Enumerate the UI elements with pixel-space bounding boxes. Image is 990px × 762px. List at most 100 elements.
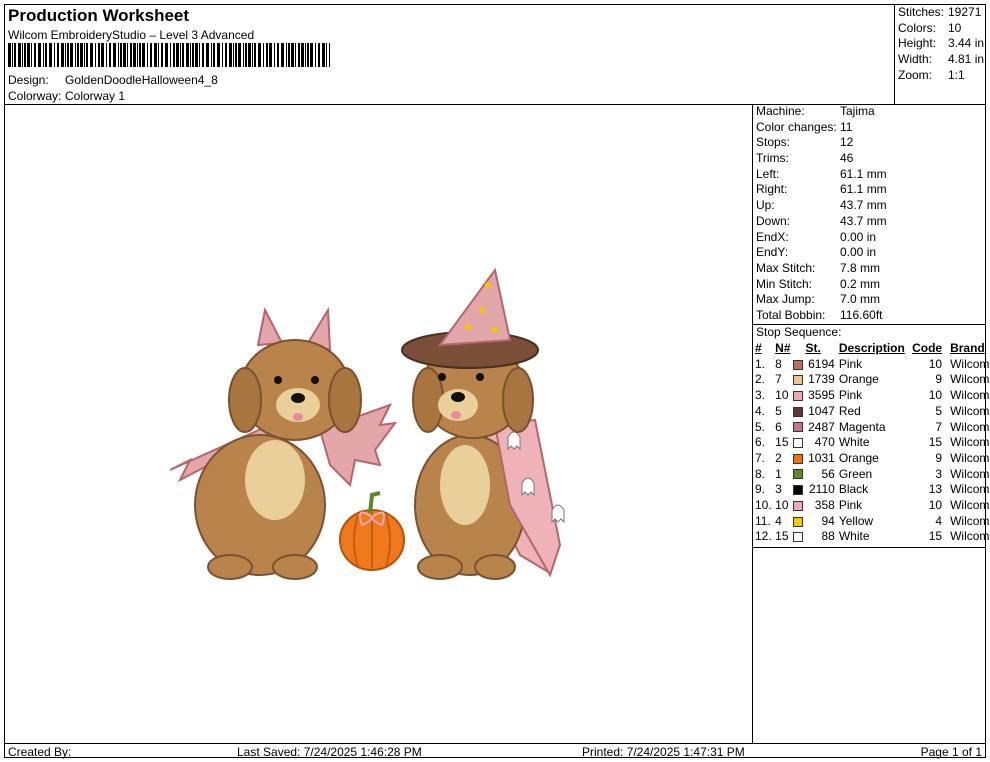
barcode-bar [101,43,104,67]
stop-sequence-table: # N# St. Description Code Brand 1. 8 6194 P… [755,341,990,545]
info-max-jump: Max Jump: 7.0 mm [756,292,881,307]
row-index: 10. [755,498,772,513]
page-number: Page 1 of 1 [920,745,982,759]
table-row: 10. 10 358 Pink 10 Wilcom [755,498,990,514]
design-preview [169,267,565,580]
color-swatch-box [793,516,804,527]
colorway-row: Colorway: Colorway 1 [8,89,125,103]
row-description: Orange [838,450,879,465]
barcode-bar [127,43,128,67]
barcode-bar [61,43,64,67]
barcode-bar [295,43,296,67]
row-needle: 8 [775,356,782,371]
barcode-bar [34,43,36,67]
barcode-bar [22,43,23,67]
right-dog-eye-r [476,373,484,381]
barcode-bar [245,43,247,67]
barcode-bar [49,43,52,67]
row-needle: 1 [775,466,782,481]
barcode-bar [182,43,184,67]
row-index: 5. [755,419,766,434]
row-needle: 3 [775,482,782,497]
design-label: Design: [8,73,49,87]
left-dog-paw-2 [272,554,318,580]
row-stitches: 1031 [808,450,835,465]
barcode-bar [75,43,76,67]
row-description: Magenta [838,419,886,434]
row-brand: Wilcom [950,482,990,497]
row-stitches: 3595 [808,388,835,403]
table-row: 2. 7 1739 Orange 9 Wilcom [755,372,990,388]
barcode-bar [301,43,304,67]
color-swatch [791,498,805,514]
stop-sequence-title: Stop Sequence: [756,325,842,339]
page-title: Production Worksheet [8,6,190,25]
row-index: 1. [755,356,766,371]
design-row: Design: GoldenDoodleHalloween4_8 [8,73,218,87]
info-left: Left: 61.1 mm [756,166,887,181]
info-stops: Stops: 12 [756,135,854,150]
row-needle: 4 [775,513,782,528]
barcode-bar [310,43,313,67]
barcode-bar [123,43,126,67]
color-swatch-box [793,438,804,449]
table-row: 7. 2 1031 Orange 9 Wilcom [755,451,990,467]
color-swatch-box [793,453,804,464]
ghost-icon [521,477,535,497]
barcode-bar [65,43,66,67]
row-brand: Wilcom [950,403,990,418]
barcode-bar [173,43,175,67]
table-row: 5. 6 2487 Magenta 7 Wilcom [755,420,990,436]
row-brand: Wilcom [950,498,990,513]
row-description: Pink [838,388,863,403]
info-min-stitch: Min Stitch: 0.2 mm [756,276,881,291]
barcode-bar [315,43,316,67]
row-brand: Wilcom [950,450,990,465]
hat-cone [437,267,512,347]
barcode-bar [199,43,200,67]
left-dog-eye-r [311,376,319,384]
row-stitches: 94 [821,513,835,528]
barcode-bar [106,43,107,67]
row-stitches: 56 [821,466,835,481]
color-swatch [791,529,805,545]
barcode-bar [233,43,234,67]
row-stitches: 1047 [808,403,835,418]
color-swatch-box [793,469,804,480]
barcode-bar [170,43,171,67]
barcode-bar [266,43,268,67]
barcode-bar [70,43,73,67]
barcode-bar [98,43,100,67]
last-saved: Last Saved: 7/24/2025 1:46:28 PM [237,745,422,759]
row-needle: 15 [775,529,789,544]
stats-divider [894,4,895,104]
barcode-bar [305,43,306,67]
barcode-bar [38,43,41,67]
barcode-bar [186,43,189,67]
row-code: 10 [928,498,943,513]
table-row: 12. 15 88 White 15 Wilcom [755,529,990,545]
hat-dot [485,282,491,288]
color-swatch [791,514,805,530]
barcode-bar [150,43,152,67]
row-description: Pink [838,356,863,371]
info-up: Up: 43.7 mm [756,198,887,213]
barcode-bar [95,43,96,67]
barcode-bar [286,43,287,67]
color-swatch-box [793,390,804,401]
row-index: 12. [755,529,772,544]
col-stitches: St. [805,341,821,355]
barcode-bar [43,43,44,67]
barcode-bar [281,43,284,67]
barcode-bar [54,43,55,67]
row-code: 7 [935,419,943,434]
barcode-bar [206,43,209,67]
barcode-bar [202,43,204,67]
software-subtitle: Wilcom EmbroideryStudio – Level 3 Advanc… [8,28,255,42]
color-swatch-box [793,532,804,543]
stat-zoom: Zoom: 1:1 [898,67,965,82]
left-dog-ear-r [328,367,362,433]
barcode-bar [238,43,241,67]
color-swatch-box [793,359,804,370]
stat-stitches: Stitches: 19271 [898,5,982,19]
